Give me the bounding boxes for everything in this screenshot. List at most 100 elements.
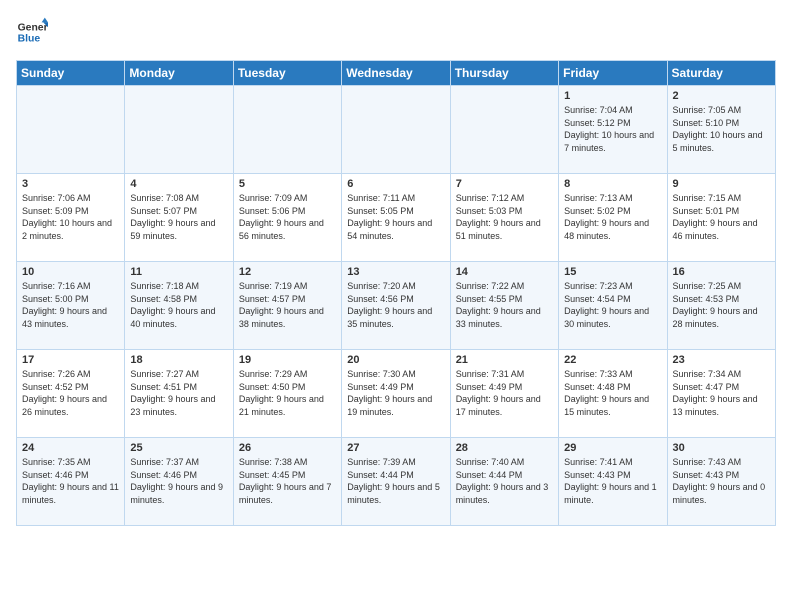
day-info: Sunrise: 7:19 AM Sunset: 4:57 PM Dayligh… [239,280,336,330]
day-number: 22 [564,354,661,366]
calendar-cell: 6 Sunrise: 7:11 AM Sunset: 5:05 PM Daylig… [342,174,450,262]
day-info: Sunrise: 7:29 AM Sunset: 4:50 PM Dayligh… [239,368,336,418]
calendar-cell: 11 Sunrise: 7:18 AM Sunset: 4:58 PM Dayli… [125,262,233,350]
day-number: 24 [22,442,119,454]
day-header-saturday: Saturday [667,61,775,86]
day-header-sunday: Sunday [17,61,125,86]
calendar-cell: 24 Sunrise: 7:35 AM Sunset: 4:46 PM Dayli… [17,438,125,526]
calendar-cell: 13 Sunrise: 7:20 AM Sunset: 4:56 PM Dayli… [342,262,450,350]
calendar-cell: 8 Sunrise: 7:13 AM Sunset: 5:02 PM Daylig… [559,174,667,262]
day-number: 26 [239,442,336,454]
day-info: Sunrise: 7:13 AM Sunset: 5:02 PM Dayligh… [564,192,661,242]
day-number: 23 [673,354,770,366]
calendar-cell: 23 Sunrise: 7:34 AM Sunset: 4:47 PM Dayli… [667,350,775,438]
calendar-cell: 1 Sunrise: 7:04 AM Sunset: 5:12 PM Daylig… [559,86,667,174]
calendar-cell: 9 Sunrise: 7:15 AM Sunset: 5:01 PM Daylig… [667,174,775,262]
day-info: Sunrise: 7:39 AM Sunset: 4:44 PM Dayligh… [347,456,444,506]
day-number: 18 [130,354,227,366]
day-info: Sunrise: 7:30 AM Sunset: 4:49 PM Dayligh… [347,368,444,418]
page-header: General Blue [16,16,776,48]
day-info: Sunrise: 7:11 AM Sunset: 5:05 PM Dayligh… [347,192,444,242]
calendar-cell [17,86,125,174]
day-info: Sunrise: 7:33 AM Sunset: 4:48 PM Dayligh… [564,368,661,418]
day-info: Sunrise: 7:06 AM Sunset: 5:09 PM Dayligh… [22,192,119,242]
day-number: 12 [239,266,336,278]
calendar-cell: 5Sunrise: 7:09 AM Sunset: 5:06 PM Daylig… [233,174,341,262]
calendar-cell: 14Sunrise: 7:22 AM Sunset: 4:55 PM Dayli… [450,262,558,350]
calendar-cell: 4 Sunrise: 7:08 AM Sunset: 5:07 PM Daylig… [125,174,233,262]
calendar-cell: 2 Sunrise: 7:05 AM Sunset: 5:10 PM Daylig… [667,86,775,174]
calendar-cell: 18 Sunrise: 7:27 AM Sunset: 4:51 PM Dayli… [125,350,233,438]
calendar-cell: 16Sunrise: 7:25 AM Sunset: 4:53 PM Dayli… [667,262,775,350]
calendar-cell: 29 Sunrise: 7:41 AM Sunset: 4:43 PM Dayli… [559,438,667,526]
day-info: Sunrise: 7:31 AM Sunset: 4:49 PM Dayligh… [456,368,553,418]
calendar-cell [450,86,558,174]
svg-text:Blue: Blue [18,34,41,45]
calendar-cell: 10Sunrise: 7:16 AM Sunset: 5:00 PM Dayli… [17,262,125,350]
day-info: Sunrise: 7:22 AM Sunset: 4:55 PM Dayligh… [456,280,553,330]
day-number: 30 [673,442,770,454]
day-number: 28 [456,442,553,454]
calendar-cell: 7 Sunrise: 7:12 AM Sunset: 5:03 PM Daylig… [450,174,558,262]
day-number: 6 [347,178,444,190]
calendar-cell: 25 Sunrise: 7:37 AM Sunset: 4:46 PM Dayli… [125,438,233,526]
calendar-cell: 27 Sunrise: 7:39 AM Sunset: 4:44 PM Dayli… [342,438,450,526]
day-info: Sunrise: 7:37 AM Sunset: 4:46 PM Dayligh… [130,456,227,506]
day-number: 19 [239,354,336,366]
calendar-table: SundayMondayTuesdayWednesdayThursdayFrid… [16,60,776,526]
day-info: Sunrise: 7:05 AM Sunset: 5:10 PM Dayligh… [673,104,770,154]
day-header-friday: Friday [559,61,667,86]
day-info: Sunrise: 7:16 AM Sunset: 5:00 PM Dayligh… [22,280,119,330]
day-number: 20 [347,354,444,366]
logo-icon: General Blue [16,16,48,48]
day-number: 21 [456,354,553,366]
day-number: 4 [130,178,227,190]
calendar-cell: 26 Sunrise: 7:38 AM Sunset: 4:45 PM Dayli… [233,438,341,526]
calendar-cell: 12 Sunrise: 7:19 AM Sunset: 4:57 PM Dayli… [233,262,341,350]
day-info: Sunrise: 7:27 AM Sunset: 4:51 PM Dayligh… [130,368,227,418]
day-number: 25 [130,442,227,454]
calendar-cell [125,86,233,174]
day-info: Sunrise: 7:34 AM Sunset: 4:47 PM Dayligh… [673,368,770,418]
svg-text:General: General [18,22,48,33]
day-info: Sunrise: 7:25 AM Sunset: 4:53 PM Dayligh… [673,280,770,330]
logo: General Blue [16,16,52,48]
day-number: 29 [564,442,661,454]
day-info: Sunrise: 7:12 AM Sunset: 5:03 PM Dayligh… [456,192,553,242]
day-info: Sunrise: 7:15 AM Sunset: 5:01 PM Dayligh… [673,192,770,242]
day-info: Sunrise: 7:38 AM Sunset: 4:45 PM Dayligh… [239,456,336,506]
day-info: Sunrise: 7:04 AM Sunset: 5:12 PM Dayligh… [564,104,661,154]
day-number: 8 [564,178,661,190]
calendar-cell: 17 Sunrise: 7:26 AM Sunset: 4:52 PM Dayli… [17,350,125,438]
day-number: 13 [347,266,444,278]
day-info: Sunrise: 7:20 AM Sunset: 4:56 PM Dayligh… [347,280,444,330]
day-header-tuesday: Tuesday [233,61,341,86]
calendar-cell: 21 Sunrise: 7:31 AM Sunset: 4:49 PM Dayli… [450,350,558,438]
calendar-cell [342,86,450,174]
calendar-cell [233,86,341,174]
day-number: 11 [130,266,227,278]
day-info: Sunrise: 7:08 AM Sunset: 5:07 PM Dayligh… [130,192,227,242]
day-header-monday: Monday [125,61,233,86]
day-number: 1 [564,90,661,102]
day-number: 27 [347,442,444,454]
calendar-cell: 30 Sunrise: 7:43 AM Sunset: 4:43 PM Dayli… [667,438,775,526]
day-number: 7 [456,178,553,190]
day-info: Sunrise: 7:35 AM Sunset: 4:46 PM Dayligh… [22,456,119,506]
day-info: Sunrise: 7:23 AM Sunset: 4:54 PM Dayligh… [564,280,661,330]
day-info: Sunrise: 7:41 AM Sunset: 4:43 PM Dayligh… [564,456,661,506]
calendar-cell: 3 Sunrise: 7:06 AM Sunset: 5:09 PM Daylig… [17,174,125,262]
calendar-cell: 28 Sunrise: 7:40 AM Sunset: 4:44 PM Dayli… [450,438,558,526]
day-info: Sunrise: 7:43 AM Sunset: 4:43 PM Dayligh… [673,456,770,506]
calendar-cell: 19 Sunrise: 7:29 AM Sunset: 4:50 PM Dayli… [233,350,341,438]
day-info: Sunrise: 7:26 AM Sunset: 4:52 PM Dayligh… [22,368,119,418]
day-info: Sunrise: 7:40 AM Sunset: 4:44 PM Dayligh… [456,456,553,506]
day-info: Sunrise: 7:18 AM Sunset: 4:58 PM Dayligh… [130,280,227,330]
calendar-cell: 22 Sunrise: 7:33 AM Sunset: 4:48 PM Dayli… [559,350,667,438]
day-header-wednesday: Wednesday [342,61,450,86]
day-number: 9 [673,178,770,190]
day-number: 3 [22,178,119,190]
day-number: 17 [22,354,119,366]
day-number: 2 [673,90,770,102]
day-header-thursday: Thursday [450,61,558,86]
